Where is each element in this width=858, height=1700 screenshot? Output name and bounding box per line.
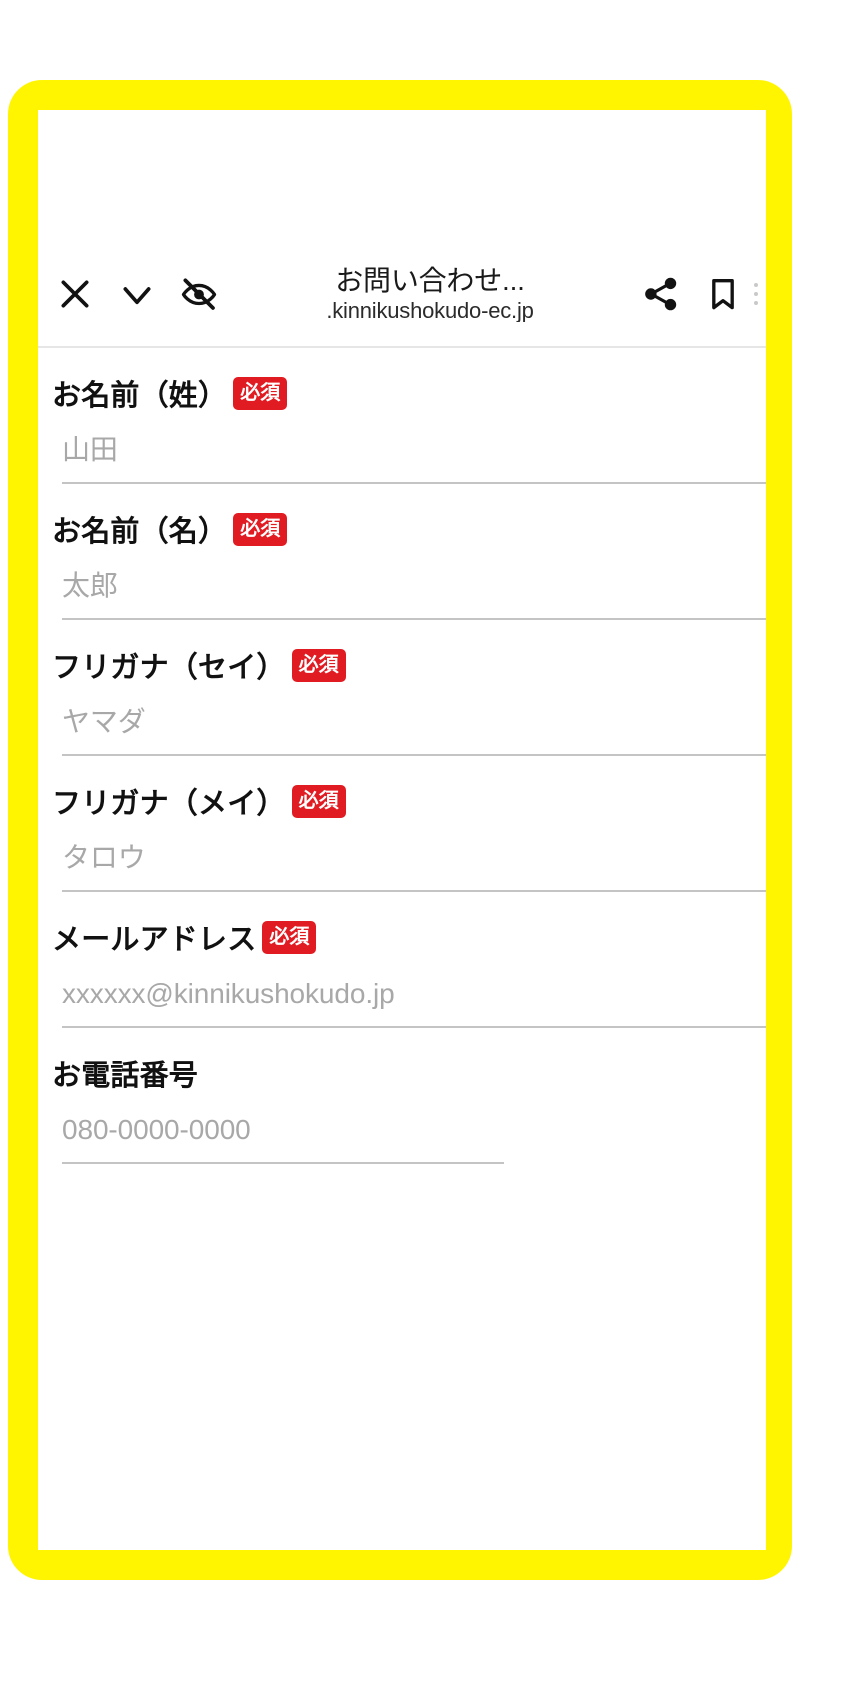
close-icon (55, 274, 95, 314)
furigana-mei-input[interactable] (48, 822, 766, 890)
yellow-device-frame: お問い合わせ... .kinnikushokudo-ec.jp お名前（姓） 必… (8, 80, 792, 1580)
field-label-row: フリガナ（メイ） 必須 (48, 780, 766, 822)
form-field-furigana-sei: フリガナ（セイ） 必須 (48, 620, 766, 756)
more-vertical-icon-dot (754, 301, 758, 305)
required-badge: 必須 (233, 512, 288, 546)
bookmark-icon (704, 275, 742, 313)
browser-toolbar: お問い合わせ... .kinnikushokudo-ec.jp (38, 240, 766, 348)
field-label-row: お名前（名） 必須 (48, 508, 766, 550)
bookmark-button[interactable] (692, 263, 754, 325)
field-label: フリガナ（メイ） (52, 788, 286, 820)
furigana-sei-input[interactable] (48, 686, 766, 754)
reader-mode-hidden-button[interactable] (168, 263, 230, 325)
field-label-row: お名前（姓） 必須 (48, 372, 766, 414)
field-label: お名前（姓） (52, 380, 228, 412)
collapse-button[interactable] (106, 263, 168, 325)
email-input[interactable] (48, 958, 766, 1026)
form-field-last-name: お名前（姓） 必須 (48, 348, 766, 484)
required-badge: 必須 (233, 376, 288, 410)
field-label: お電話番号 (52, 1060, 199, 1092)
phone-input[interactable] (48, 1094, 766, 1162)
field-label-row: フリガナ（セイ） 必須 (48, 644, 766, 686)
more-vertical-icon-dot (754, 292, 758, 296)
required-badge: 必須 (262, 920, 317, 954)
page-title: お問い合わせ... (335, 266, 525, 296)
first-name-input[interactable] (48, 550, 766, 618)
more-vertical-icon-dot (754, 283, 758, 287)
close-button[interactable] (44, 263, 106, 325)
more-vertical-button[interactable] (754, 263, 764, 325)
field-label-row: お電話番号 (48, 1052, 766, 1094)
field-underline (62, 1162, 504, 1164)
share-icon (642, 275, 680, 313)
required-badge: 必須 (291, 648, 346, 682)
chevron-down-icon (117, 274, 157, 314)
form-field-email: メールアドレス 必須 (48, 892, 766, 1028)
contact-form: お名前（姓） 必須 お名前（名） 必須 フリガナ（セイ） 必須 (38, 348, 766, 1550)
field-label: お名前（名） (52, 516, 228, 548)
device-screen: お問い合わせ... .kinnikushokudo-ec.jp お名前（姓） 必… (38, 110, 766, 1550)
form-field-first-name: お名前（名） 必須 (48, 484, 766, 620)
field-label: フリガナ（セイ） (52, 652, 286, 684)
last-name-input[interactable] (48, 414, 766, 482)
form-field-furigana-mei: フリガナ（メイ） 必須 (48, 756, 766, 892)
form-field-phone: お電話番号 (48, 1028, 766, 1164)
field-label: メールアドレス (52, 924, 257, 956)
eye-slash-icon (180, 275, 218, 313)
share-button[interactable] (630, 263, 692, 325)
toolbar-title-block[interactable]: お問い合わせ... .kinnikushokudo-ec.jp (230, 266, 630, 322)
required-badge: 必須 (291, 784, 346, 818)
field-label-row: メールアドレス 必須 (48, 916, 766, 958)
page-url: .kinnikushokudo-ec.jp (326, 298, 534, 322)
